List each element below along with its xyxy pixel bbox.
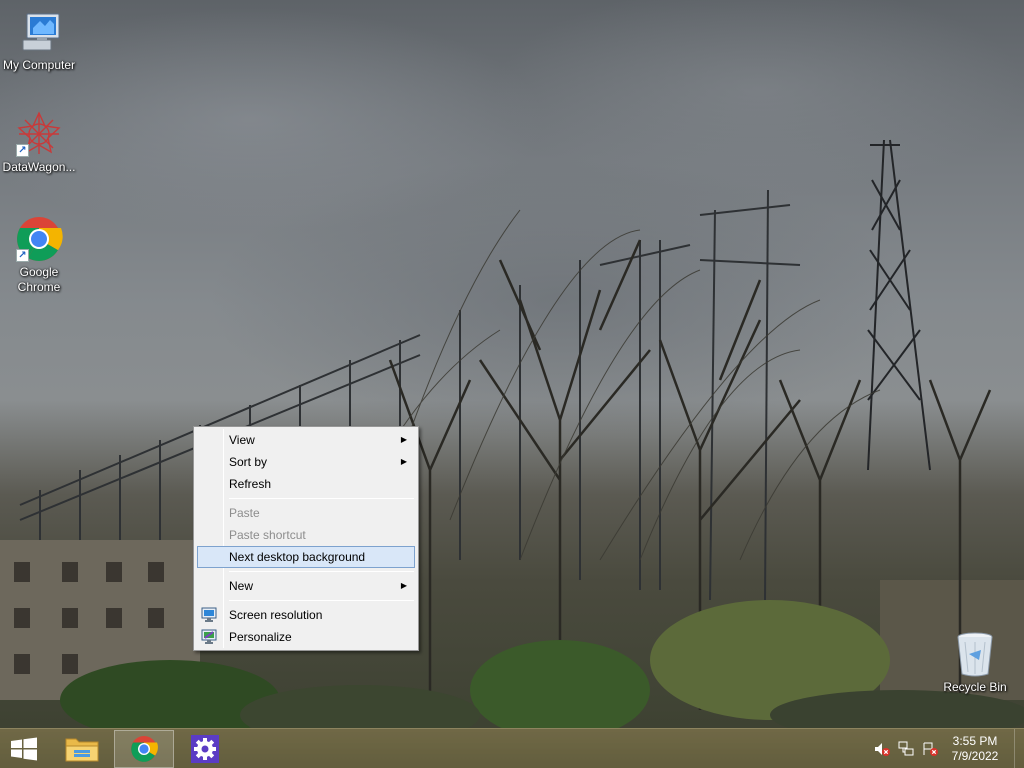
windows-logo-icon [11, 737, 37, 761]
menu-item-new[interactable]: New ▶ [196, 575, 416, 597]
desktop-icon-label: DataWagon... [2, 160, 76, 174]
menu-item-label: Next desktop background [229, 550, 366, 564]
menu-item-label: Paste [229, 506, 260, 520]
shortcut-arrow-icon: ↗ [16, 144, 29, 157]
menu-separator [229, 571, 414, 572]
network-icon[interactable] [898, 741, 914, 757]
clock-date: 7/9/2022 [951, 749, 999, 763]
taskbar-google-chrome[interactable] [114, 730, 174, 768]
menu-item-label: Paste shortcut [229, 528, 306, 542]
menu-item-next-desktop-background[interactable]: Next desktop background [197, 546, 415, 568]
desktop-icon-google-chrome[interactable]: ↗ Google Chrome [0, 215, 78, 295]
desktop-icon-recycle-bin[interactable]: Recycle Bin [936, 630, 1014, 695]
menu-item-refresh[interactable]: Refresh [196, 473, 416, 495]
chrome-icon [131, 736, 158, 762]
menu-separator [229, 498, 414, 499]
menu-item-paste[interactable]: Paste [196, 502, 416, 524]
menu-item-screen-resolution[interactable]: Screen resolution [196, 604, 416, 626]
menu-item-paste-shortcut[interactable]: Paste shortcut [196, 524, 416, 546]
desktop-icon-label: My Computer [2, 58, 76, 72]
menu-item-label: Refresh [229, 477, 272, 491]
recycle-bin-icon [951, 630, 999, 678]
menu-separator [229, 600, 414, 601]
menu-item-label: New [229, 579, 254, 593]
clock-time: 3:55 PM [952, 734, 998, 748]
taskbar: 3:55 PM 7/9/2022 [0, 728, 1024, 768]
menu-item-view[interactable]: View ▶ [196, 429, 416, 451]
start-button[interactable] [0, 730, 48, 768]
menu-item-label: Personalize [229, 630, 292, 644]
desktop-icon-datawagon[interactable]: ↗ DataWagon... [0, 110, 78, 175]
speaker-muted-icon[interactable] [874, 741, 890, 757]
submenu-arrow-icon: ▶ [400, 435, 407, 444]
menu-item-label: View [229, 433, 255, 447]
submenu-arrow-icon: ▶ [400, 457, 407, 466]
show-desktop-button[interactable] [1014, 729, 1024, 768]
chrome-icon: ↗ [15, 215, 63, 263]
datawagon-icon: ↗ [15, 110, 63, 158]
taskbar-file-explorer[interactable] [52, 730, 112, 768]
screen-resolution-icon [201, 607, 217, 623]
action-center-icon[interactable] [922, 741, 938, 757]
desktop-icon-label: Recycle Bin [943, 680, 1007, 694]
computer-icon [15, 8, 63, 56]
menu-item-personalize[interactable]: Personalize [196, 626, 416, 648]
desktop-icon-label: Google Chrome [17, 265, 61, 294]
submenu-arrow-icon: ▶ [400, 581, 407, 590]
taskbar-clock[interactable]: 3:55 PM 7/9/2022 [948, 734, 1002, 764]
taskbar-settings[interactable] [176, 730, 236, 768]
personalize-icon [201, 629, 217, 645]
menu-item-label: Screen resolution [229, 608, 323, 622]
desktop-wallpaper[interactable]: My Computer ↗ DataWagon... ↗ Google Chro… [0, 0, 1024, 728]
desktop-context-menu: View ▶ Sort by ▶ Refresh Paste Paste sho… [193, 426, 419, 651]
folder-icon [65, 738, 99, 762]
wallpaper-scene [0, 139, 1024, 728]
shortcut-arrow-icon: ↗ [16, 249, 29, 262]
menu-item-sort-by[interactable]: Sort by ▶ [196, 451, 416, 473]
menu-item-label: Sort by [229, 455, 268, 469]
desktop-icon-my-computer[interactable]: My Computer [0, 8, 78, 73]
gear-icon [191, 735, 219, 763]
